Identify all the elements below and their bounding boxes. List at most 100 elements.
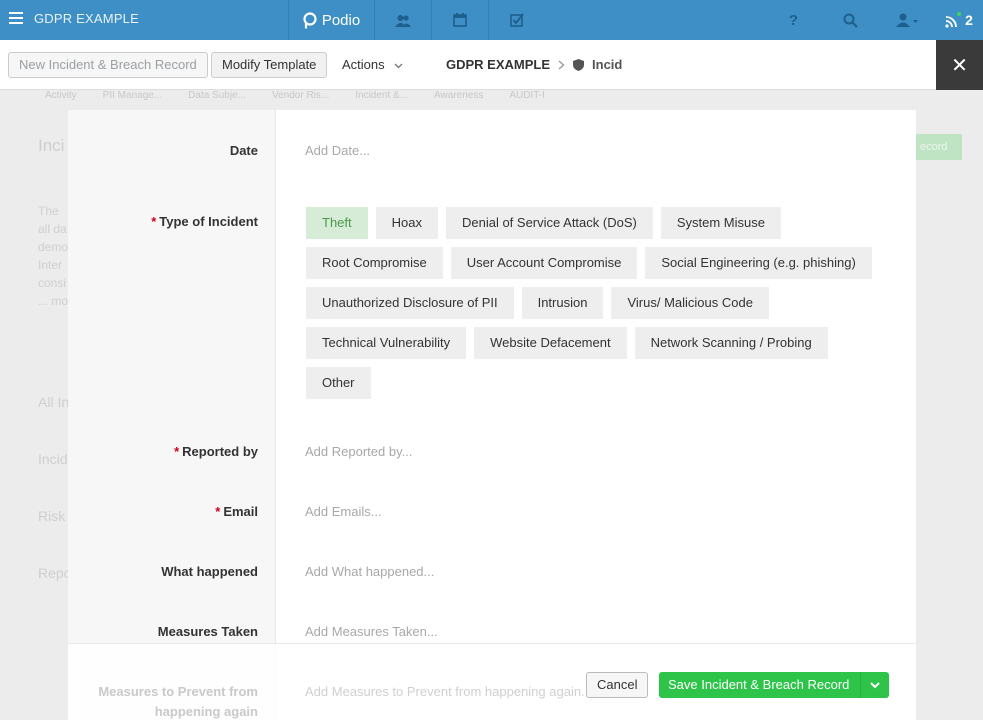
- save-button[interactable]: Save Incident & Breach Record: [659, 672, 889, 698]
- options-row: Technical Vulnerability Website Defaceme…: [306, 327, 886, 359]
- contacts-nav[interactable]: [374, 0, 431, 40]
- measures-taken-field[interactable]: Add Measures Taken...: [305, 624, 438, 639]
- new-record-button[interactable]: New Incident & Breach Record: [8, 52, 208, 78]
- bg-title: Inci: [38, 136, 65, 155]
- options-row: Other: [306, 367, 886, 399]
- podio-logo-icon: [303, 11, 317, 28]
- calendar-icon: [453, 13, 467, 27]
- bg-text: All In: [38, 394, 70, 410]
- cancel-button[interactable]: Cancel: [586, 672, 649, 698]
- type-of-incident-label: * Type of Incident: [68, 214, 258, 229]
- bg-text: Inter: [38, 258, 63, 272]
- option-virus[interactable]: Virus/ Malicious Code: [611, 287, 769, 319]
- close-icon: ✕: [951, 54, 968, 77]
- option-website-defacement[interactable]: Website Defacement: [474, 327, 627, 359]
- contacts-icon: [395, 14, 411, 27]
- notifications-icon: [945, 12, 962, 28]
- bg-text: all da: [38, 222, 67, 236]
- label-text: Email: [223, 504, 258, 519]
- required-marker: *: [174, 444, 180, 459]
- create-record-modal: Date Add Date... * Type of Incident Theft…: [68, 110, 916, 720]
- menu-icon[interactable]: [9, 12, 23, 26]
- actions-label: Actions: [342, 57, 385, 72]
- required-marker: *: [215, 504, 221, 519]
- breadcrumb-app[interactable]: Incid: [592, 57, 647, 72]
- option-root-compromise[interactable]: Root Compromise: [306, 247, 443, 279]
- save-label: Save Incident & Breach Record: [668, 677, 850, 692]
- measures-prevent-label: Measures to Prevent from happening again: [68, 682, 258, 720]
- bg-tab: AUDIT-I: [509, 90, 545, 101]
- chevron-down-icon: [394, 63, 403, 69]
- top-navigation-bar: GDPR EXAMPLE Podio ? 2: [0, 0, 983, 40]
- close-button[interactable]: ✕: [936, 40, 983, 90]
- date-label: Date: [229, 143, 258, 158]
- bg-text: Incid: [38, 451, 68, 467]
- option-theft[interactable]: Theft: [306, 207, 368, 239]
- bg-tab: PII Manage...: [102, 90, 163, 101]
- required-marker: *: [151, 214, 157, 229]
- label-text: Type of Incident: [159, 214, 258, 229]
- save-options-dropdown[interactable]: [860, 672, 889, 698]
- option-social-engineering[interactable]: Social Engineering (e.g. phishing): [645, 247, 872, 279]
- type-of-incident-options: Theft Hoax Denial of Service Attack (DoS…: [306, 207, 886, 407]
- modal-footer: Measures to Prevent from happening again …: [68, 643, 916, 720]
- chevron-right-icon: [558, 59, 565, 70]
- option-intrusion[interactable]: Intrusion: [521, 287, 604, 319]
- breadcrumb-workspace[interactable]: GDPR EXAMPLE: [446, 57, 550, 72]
- bg-text: demo: [38, 240, 69, 254]
- search-icon: [843, 13, 858, 28]
- what-happened-label: What happened: [161, 564, 258, 579]
- bg-tab: Activity: [45, 90, 77, 101]
- bg-text: The: [38, 204, 59, 218]
- bg-tab: Incident &...: [355, 90, 409, 101]
- podio-home-link[interactable]: Podio: [288, 0, 374, 40]
- reported-by-field[interactable]: Add Reported by...: [305, 444, 412, 459]
- workspace-name[interactable]: GDPR EXAMPLE: [34, 11, 139, 26]
- help-icon[interactable]: ?: [765, 0, 822, 40]
- bg-text: Risk: [38, 508, 66, 524]
- bg-button: ecord: [916, 134, 962, 160]
- option-unauthorized-disclosure[interactable]: Unauthorized Disclosure of PII: [306, 287, 514, 319]
- tasks-nav[interactable]: [488, 0, 545, 40]
- actions-dropdown[interactable]: Actions: [342, 57, 403, 72]
- breadcrumb: GDPR EXAMPLE Incid: [446, 57, 647, 72]
- user-icon: [896, 13, 918, 27]
- chevron-down-icon: [870, 681, 880, 688]
- bg-tab: Awareness: [434, 90, 484, 101]
- brand-label: Podio: [321, 11, 361, 29]
- date-field[interactable]: Add Date...: [305, 143, 370, 158]
- tasks-icon: [510, 13, 524, 27]
- label-line: Measures to Prevent from: [98, 684, 258, 699]
- options-row: Root Compromise User Account Compromise …: [306, 247, 886, 279]
- notification-count: 2: [965, 12, 973, 28]
- email-label: * Email: [68, 504, 258, 519]
- option-user-account-compromise[interactable]: User Account Compromise: [450, 247, 638, 279]
- option-system-misuse[interactable]: System Misuse: [660, 207, 781, 239]
- options-row: Unauthorized Disclosure of PII Intrusion…: [306, 287, 886, 319]
- option-network-scanning[interactable]: Network Scanning / Probing: [634, 327, 828, 359]
- option-other[interactable]: Other: [306, 367, 371, 399]
- notifications-button[interactable]: 2: [935, 0, 983, 40]
- main-nav: Podio: [288, 0, 545, 40]
- option-technical-vulnerability[interactable]: Technical Vulnerability: [306, 327, 467, 359]
- email-field[interactable]: Add Emails...: [305, 504, 382, 519]
- what-happened-field[interactable]: Add What happened...: [305, 564, 434, 579]
- reported-by-label: * Reported by: [68, 444, 258, 459]
- label-text: Reported by: [182, 444, 258, 459]
- user-menu[interactable]: [879, 0, 935, 40]
- option-hoax[interactable]: Hoax: [375, 207, 438, 239]
- option-dos[interactable]: Denial of Service Attack (DoS): [445, 207, 653, 239]
- background-tabs: Activity PII Manage... Data Subje... Ven…: [45, 90, 545, 101]
- measures-taken-label: Measures Taken: [157, 624, 258, 639]
- search-button[interactable]: [822, 0, 879, 40]
- bg-text: Repo: [38, 565, 72, 581]
- options-row: Theft Hoax Denial of Service Attack (DoS…: [306, 207, 886, 239]
- bg-tab: Data Subje...: [188, 90, 246, 101]
- bg-tab: Vendor Ris...: [271, 90, 330, 101]
- topbar-right: ? 2: [765, 0, 983, 40]
- measures-prevent-field[interactable]: Add Measures to Prevent from happening a…: [305, 684, 592, 699]
- calendar-nav[interactable]: [431, 0, 488, 40]
- bg-text: consi: [38, 276, 67, 290]
- bg-text: ... mo: [38, 294, 69, 308]
- modify-template-button[interactable]: Modify Template: [211, 52, 328, 78]
